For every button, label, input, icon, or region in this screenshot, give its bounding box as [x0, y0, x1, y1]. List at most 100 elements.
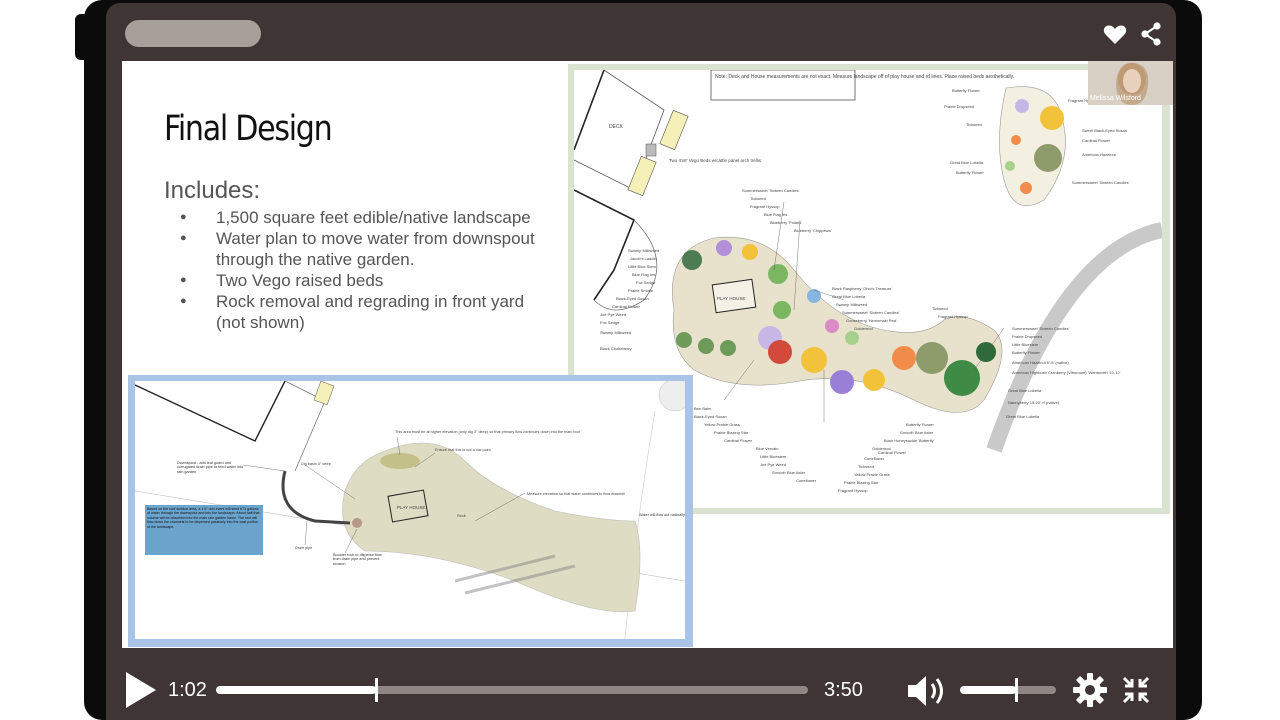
- plant-label: Black Chokeberry: [600, 346, 632, 351]
- plant-label: Gooseberry 'Hinnomaki Red': [846, 318, 897, 323]
- volume-slider[interactable]: [960, 678, 1056, 702]
- bullet-item: 1,500 square feet edible/native landscap…: [180, 207, 550, 228]
- heart-icon[interactable]: [1102, 21, 1128, 47]
- plant-label: Black-Eyed Susan: [616, 296, 649, 301]
- bullet-item: Two Vego raised beds: [180, 270, 550, 291]
- raised-area: [380, 453, 420, 469]
- slide-title: Final Design: [164, 109, 333, 149]
- drain-label: Boulder rock to disperse flow from drain…: [333, 553, 382, 566]
- exit-fullscreen-icon: [1122, 676, 1150, 704]
- duration-time: 3:50: [824, 679, 863, 701]
- corner-bed: [999, 86, 1066, 207]
- current-time: 1:02: [168, 679, 207, 701]
- trellis: [645, 143, 657, 157]
- slide-includes-heading: Includes:: [164, 177, 261, 204]
- plant-label: Tickseed: [932, 306, 948, 311]
- plant-label: Prairie Dropseed: [944, 104, 974, 109]
- drain-note-text: Based on the roof surface area, a 1.5" r…: [147, 507, 260, 529]
- progress-handle[interactable]: [374, 678, 378, 702]
- vego-beds-label: Two 4'x8' Vego Beds w/cattle panel arch …: [669, 158, 762, 163]
- settings-button[interactable]: [1072, 672, 1108, 708]
- presenter-name: Melissa Wilsford: [1090, 95, 1141, 102]
- plant-label: Great Blue Lobelia: [1006, 414, 1040, 419]
- plant-label: Bee Balm: [694, 406, 712, 411]
- plant-label: Prairie Dropseed: [1012, 334, 1042, 339]
- vego-bed: [659, 109, 689, 151]
- video-title-placeholder: [125, 20, 261, 47]
- drain-label: Drain pipe: [295, 546, 312, 550]
- plant-label: Blue Flag Iris: [632, 272, 655, 277]
- plant-label: Tickseed: [966, 122, 982, 127]
- plant-label: Smooth Blue Aster: [900, 430, 934, 435]
- plant-label: Joe Pye Weed: [600, 312, 626, 317]
- slide-bullet-list: 1,500 square feet edible/native landscap…: [180, 207, 550, 333]
- bullet-item: Rock removal and regrading in front yard…: [180, 291, 550, 333]
- volume-button[interactable]: [906, 674, 956, 708]
- plant-label: American Hazelnut: [1082, 152, 1117, 157]
- plant-label: Yellow Prairie Grass: [854, 472, 890, 477]
- plant-label: Cardinal Flower: [724, 438, 753, 443]
- plant-label: Fragrant Hyssop: [750, 204, 780, 209]
- plant-label: Summersweet 'Sixteen Candles': [842, 310, 900, 315]
- presentation-slide: Final Design Includes: 1,500 square feet…: [122, 61, 1173, 649]
- plant-label: Summersweet 'Sixteen Candles': [1012, 326, 1070, 331]
- plant-label: Summersweet 'Sixteen Candles': [742, 188, 800, 193]
- plant-label: Prairie Smoke: [628, 288, 654, 293]
- plant-label: Fragrant Hyssop: [938, 314, 968, 319]
- plant-label: Joe Pye Weed: [760, 462, 786, 467]
- drain-label: Downspout - add leaf guard and corrugate…: [177, 461, 244, 474]
- video-player[interactable]: Final Design Includes: 1,500 square feet…: [106, 3, 1176, 720]
- plan-playhouse-label: PLAY HOUSE: [717, 296, 745, 301]
- drain-pipe: [281, 470, 351, 525]
- plant-label: Goldenrod: [854, 326, 873, 331]
- drainage-plan-drawing: PLAY HOUSE Based on the roof surface are…: [135, 381, 685, 639]
- progress-bar[interactable]: [216, 678, 808, 702]
- plant-label: Summersweet 'Sixteen Candles': [1072, 180, 1130, 185]
- drainage-plan-figure: PLAY HOUSE Based on the roof surface are…: [128, 375, 693, 647]
- volume-handle[interactable]: [1014, 678, 1018, 702]
- plant-label: Sweet Black-Eyed Susan: [1082, 128, 1127, 133]
- plant-label: Butterfly Flower: [906, 422, 934, 427]
- plant-label: Coneflower: [864, 456, 885, 461]
- drain-label: This area must be at higher elevation (o…: [395, 430, 580, 434]
- volume-fill: [960, 686, 1016, 694]
- plant-label: Blueberry 'Chippewa': [794, 228, 832, 233]
- plant-label: Swamp Milkweed: [600, 330, 631, 335]
- plant-label: Great Blue Lobelia: [832, 294, 866, 299]
- plant-label: Swamp Milkweed: [628, 248, 659, 253]
- plant-label: Blueberry 'Polaris': [770, 220, 802, 225]
- plant-label: Black Raspberry 'Ohio's Treasure': [832, 286, 892, 291]
- plant-label: American Highbush Cranberry (Viburnum) '…: [1012, 370, 1121, 375]
- vego-bed: [627, 155, 657, 197]
- plan-note: Note: Deck and House measurements are no…: [715, 74, 1014, 80]
- volume-icon: [908, 676, 943, 706]
- plant-label: Bush Honeysuckle 'Butterfly': [884, 438, 935, 443]
- play-button[interactable]: [124, 670, 158, 710]
- plant-label: Little Bluestem: [760, 454, 787, 459]
- plant-label: Black-Eyed Susan: [694, 414, 727, 419]
- plant-label: Blue Flag Iris: [764, 212, 787, 217]
- exit-fullscreen-button[interactable]: [1118, 672, 1154, 708]
- plant-label: Jacob's Ladder: [630, 256, 658, 261]
- plant-label: Yellow Prairie Grass: [704, 422, 740, 427]
- plant-label: Tickseed: [750, 196, 766, 201]
- plant-label: Blue Vervain: [756, 446, 778, 451]
- play-icon: [126, 672, 156, 708]
- drain-label: Ensure that this is not a low point: [435, 448, 492, 452]
- plant-label: Prairie Blazing Star: [714, 430, 749, 435]
- boulder: [352, 518, 362, 528]
- plant-label: Little Bluestem: [1012, 342, 1039, 347]
- share-icon[interactable]: [1138, 21, 1164, 47]
- plant-label: Butterfly Flower: [956, 170, 984, 175]
- drain-label: Measure elevation so that water continue…: [527, 492, 625, 496]
- plant-label: Fox Sedge: [636, 280, 656, 285]
- drain-label: Water will flow out naturally: [639, 513, 685, 517]
- plant-label: American Hazelnut 6'-8' (native): [1012, 360, 1069, 365]
- plant-label: Little Blue Stem: [628, 264, 657, 269]
- player-top-bar: [106, 3, 1176, 61]
- plant-label: Tickseed: [858, 464, 874, 469]
- plant-label: Cardinal Flower: [1082, 138, 1111, 143]
- drain-label: Rock: [457, 514, 466, 518]
- drain-playhouse-label: PLAY HOUSE: [397, 505, 425, 510]
- bullet-item: Water plan to move water from downspout …: [180, 228, 550, 270]
